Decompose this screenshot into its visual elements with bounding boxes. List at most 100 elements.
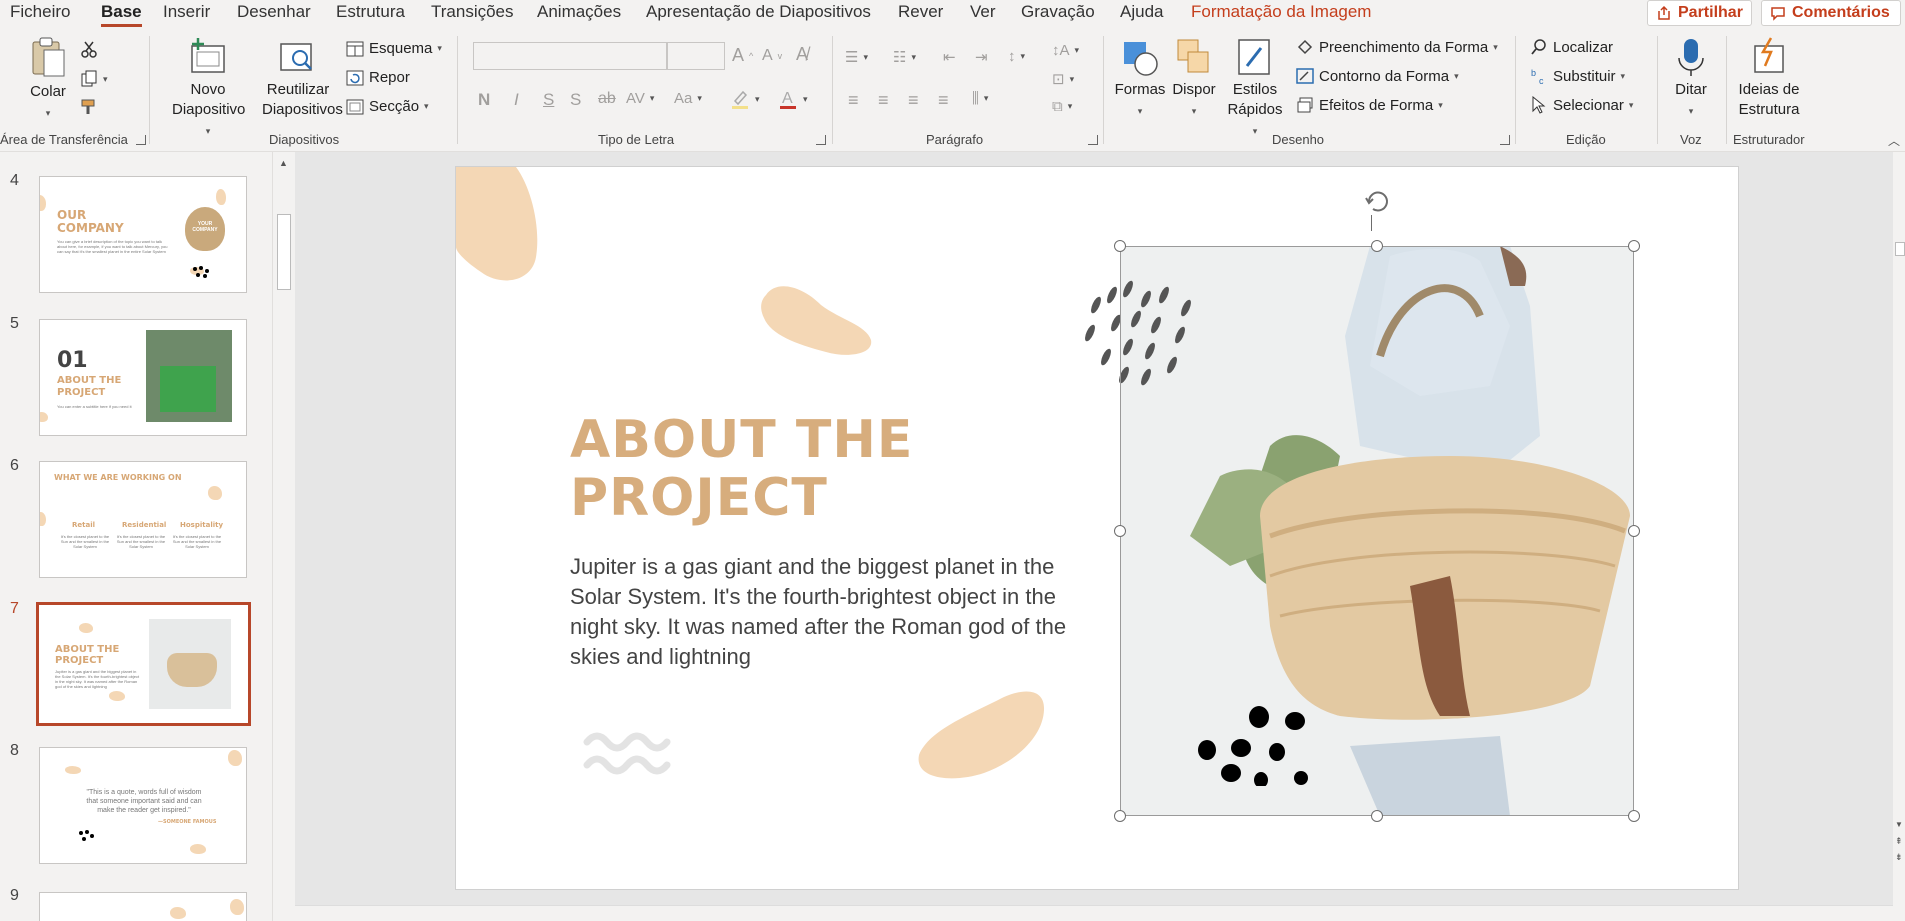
decrease-font-icon[interactable]: Av <box>762 47 782 65</box>
slide-title[interactable]: ABOUT THE PROJECT <box>570 411 913 527</box>
select-button[interactable]: Selecionar ▾ <box>1530 96 1633 114</box>
resize-handle-bottom-right[interactable] <box>1628 810 1640 822</box>
resize-handle-bottom-left[interactable] <box>1114 810 1126 822</box>
thumbnail-scrollbar[interactable]: ▲ <box>272 152 295 921</box>
align-text-icon[interactable]: ⊡ ▾ <box>1052 70 1074 88</box>
change-case-icon[interactable]: Aa ▾ <box>674 90 702 107</box>
quote-text-1: "This is a quote, words full of wisdom <box>86 789 202 796</box>
char-spacing-icon[interactable]: AV ▾ <box>626 90 654 107</box>
clipboard-launcher[interactable] <box>136 135 146 145</box>
resize-handle-left[interactable] <box>1114 525 1126 537</box>
editor-scrollbar[interactable]: ▼ ⇞ ⇟ <box>1893 152 1905 921</box>
slide-thumbnail-4[interactable]: OUR COMPANY You can give a brief descrip… <box>39 176 247 293</box>
tab-animacoes[interactable]: Animações <box>537 2 621 22</box>
italic-icon[interactable]: I <box>514 90 519 110</box>
bullets-icon[interactable]: ☰ ▾ <box>845 48 868 66</box>
decrease-indent-icon[interactable]: ⇤ <box>943 48 956 66</box>
slide-thumbnail-8[interactable]: "This is a quote, words full of wisdom t… <box>39 747 247 864</box>
layout-button[interactable]: Esquema ▾ <box>346 40 442 57</box>
numbering-icon[interactable]: ☷ ▾ <box>893 48 916 66</box>
increase-indent-icon[interactable]: ⇥ <box>975 48 988 66</box>
tab-ficheiro[interactable]: Ficheiro <box>10 2 70 22</box>
horizontal-scrollbar[interactable] <box>295 905 1893 921</box>
paste-button[interactable]: Colar ▾ <box>26 36 70 123</box>
bold-icon[interactable]: N <box>478 90 490 110</box>
slide-thumbnail-9[interactable] <box>39 892 247 921</box>
effects-icon <box>1297 97 1313 113</box>
scroll-up-arrow[interactable]: ▲ <box>279 158 288 168</box>
slide-thumbnail-6[interactable]: WHAT WE ARE WORKING ON Retail Residentia… <box>39 461 247 578</box>
tab-apresentacao[interactable]: Apresentação de Diapositivos <box>646 2 871 22</box>
current-slide[interactable]: ABOUT THE PROJECT Jupiter is a gas giant… <box>456 167 1738 889</box>
replace-button[interactable]: b c Substituir ▾ <box>1530 67 1625 86</box>
paste-icon <box>32 37 65 77</box>
scroll-down-arrow[interactable]: ▼ <box>1895 820 1903 829</box>
new-slide-button[interactable]: Novo Diapositivo ▾ <box>172 36 245 141</box>
tab-gravacao[interactable]: Gravação <box>1021 2 1095 22</box>
scrollbar-thumb[interactable] <box>277 214 291 290</box>
slide-body-text[interactable]: Jupiter is a gas giant and the biggest p… <box>570 552 1090 672</box>
tab-transicoes[interactable]: Transições <box>431 2 514 22</box>
align-right-icon[interactable]: ≡ <box>908 90 919 111</box>
shape-outline-button[interactable]: Contorno da Forma ▾ <box>1296 67 1459 85</box>
resize-handle-top[interactable] <box>1371 240 1383 252</box>
section-button[interactable]: Secção ▾ <box>346 98 429 115</box>
arrange-button[interactable]: Dispor ▾ <box>1170 36 1218 121</box>
clear-format-icon[interactable]: A̸ <box>796 44 808 65</box>
find-button[interactable]: Localizar <box>1530 38 1613 56</box>
resize-handle-top-right[interactable] <box>1628 240 1640 252</box>
paragraph-launcher[interactable] <box>1088 135 1098 145</box>
share-button[interactable]: Partilhar <box>1647 0 1752 26</box>
reset-button[interactable]: Repor <box>346 69 410 86</box>
comments-button[interactable]: Comentários <box>1761 0 1901 26</box>
justify-icon[interactable]: ≡ <box>938 90 949 111</box>
align-left-icon[interactable]: ≡ <box>848 90 859 111</box>
align-center-icon[interactable]: ≡ <box>878 90 889 111</box>
rotate-handle-icon[interactable] <box>1361 185 1395 219</box>
prev-slide-arrow[interactable]: ⇞ <box>1895 836 1903 847</box>
font-name-box[interactable] <box>473 42 667 70</box>
shape-effects-button[interactable]: Efeitos de Forma ▾ <box>1296 96 1443 114</box>
design-ideas-button[interactable]: Ideias de Estrutura <box>1732 36 1806 120</box>
tab-ajuda[interactable]: Ajuda <box>1120 2 1163 22</box>
tab-ver[interactable]: Ver <box>970 2 996 22</box>
format-painter-button[interactable] <box>80 98 98 116</box>
columns-icon[interactable]: ⫼ ▾ <box>972 90 988 107</box>
shadow-icon[interactable]: S <box>570 90 581 110</box>
slide-thumbnail-7[interactable]: ABOUT THE PROJECT Jupiter is a gas giant… <box>36 602 251 726</box>
font-color-icon[interactable]: A ▾ <box>778 88 808 110</box>
resize-handle-bottom[interactable] <box>1371 810 1383 822</box>
reuse-slides-button[interactable]: Reutilizar Diapositivos <box>262 36 343 120</box>
collapse-ribbon-icon[interactable]: ︿ <box>1888 132 1900 149</box>
text-direction-icon[interactable]: ↕A ▾ <box>1052 42 1079 59</box>
quote-text-2: that someone important said and can <box>86 798 202 805</box>
editor-scrollbar-thumb[interactable] <box>1895 242 1905 256</box>
tab-rever[interactable]: Rever <box>898 2 943 22</box>
next-slide-arrow[interactable]: ⇟ <box>1895 852 1903 863</box>
resize-handle-right[interactable] <box>1628 525 1640 537</box>
replace-label: Substituir <box>1553 67 1616 85</box>
tab-inserir[interactable]: Inserir <box>163 2 210 22</box>
tab-desenhar[interactable]: Desenhar <box>237 2 311 22</box>
font-size-box[interactable] <box>667 42 725 70</box>
underline-icon[interactable]: S <box>543 90 554 110</box>
shapes-button[interactable]: Formas ▾ <box>1114 36 1166 121</box>
tab-estrutura[interactable]: Estrutura <box>336 2 405 22</box>
cut-button[interactable] <box>80 40 98 58</box>
tab-base[interactable]: Base <box>101 2 142 27</box>
increase-font-icon[interactable]: A ^ <box>732 45 753 66</box>
dictate-button[interactable]: Ditar ▾ <box>1666 36 1716 121</box>
copy-button[interactable]: ▾ <box>80 70 108 88</box>
tab-formatacao-imagem[interactable]: Formatação da Imagem <box>1191 2 1371 22</box>
quick-styles-button[interactable]: Estilos Rápidos ▾ <box>1226 36 1284 141</box>
shape-fill-button[interactable]: Preenchimento da Forma ▾ <box>1296 38 1498 56</box>
smartart-icon[interactable]: ⧉ ▾ <box>1052 98 1072 115</box>
highlight-icon[interactable]: ▾ <box>730 88 760 110</box>
paint-bucket-icon <box>1297 39 1313 55</box>
resize-handle-top-left[interactable] <box>1114 240 1126 252</box>
strikethrough-icon[interactable]: ab <box>598 90 616 108</box>
font-launcher[interactable] <box>816 135 826 145</box>
drawing-launcher[interactable] <box>1500 135 1510 145</box>
slide-thumbnail-5[interactable]: 01 ABOUT THE PROJECT You can enter a sub… <box>39 319 247 436</box>
line-spacing-icon[interactable]: ↕ ▾ <box>1008 48 1025 65</box>
